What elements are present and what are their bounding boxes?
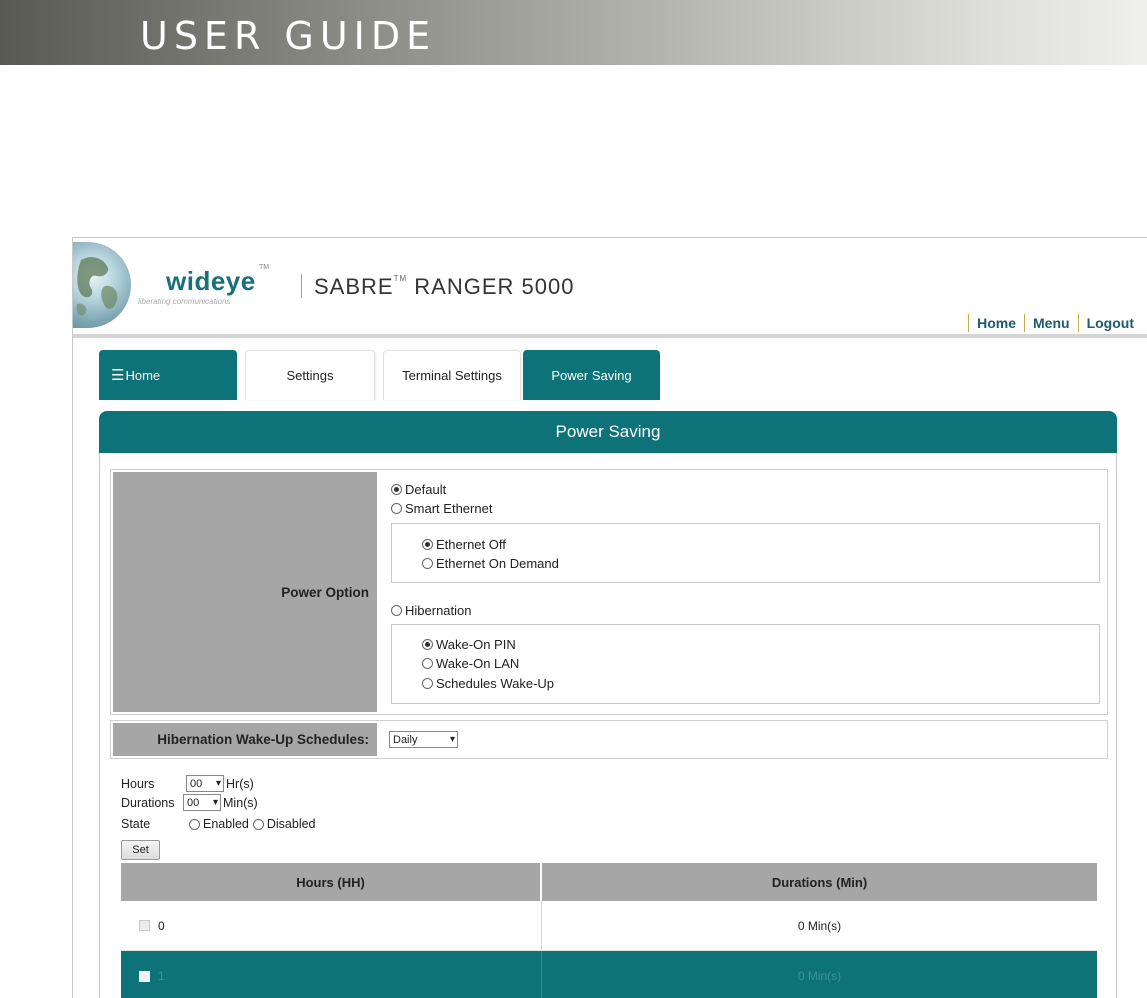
table-row: 0 0 Min(s) (121, 901, 1097, 951)
durations-select[interactable]: 00 ▾ (183, 794, 221, 811)
power-option-label: Power Option (113, 472, 377, 712)
header-divider (73, 334, 1147, 338)
durations-label: Durations (121, 795, 175, 810)
radio-checked-icon[interactable] (422, 639, 433, 650)
radio-wake-on-lan-label: Wake-On LAN (436, 656, 520, 671)
radio-icon[interactable] (422, 658, 433, 669)
tab-home-label: Home (125, 367, 161, 383)
radio-ethernet-off-label: Ethernet Off (436, 537, 506, 552)
globe-logo-icon (73, 242, 131, 328)
radio-ethernet-on-demand[interactable]: Ethernet On Demand (422, 556, 559, 571)
radio-smart-ethernet[interactable]: Smart Ethernet (391, 501, 492, 516)
guide-banner: USER GUIDE (0, 0, 1147, 65)
table-cell-hour: 1 (121, 951, 542, 998)
state-enabled-label: Enabled (203, 817, 249, 831)
tab-home[interactable]: ☰ Home (99, 350, 237, 400)
home-link[interactable]: Home (977, 315, 1016, 331)
durations-unit: Min(s) (223, 795, 258, 810)
hours-select[interactable]: 00 ▾ (186, 775, 224, 792)
radio-icon[interactable] (391, 503, 402, 514)
radio-checked-icon[interactable] (391, 484, 402, 495)
hours-label: Hours (121, 776, 155, 791)
logo-tagline: liberating communications (138, 297, 231, 306)
radio-hibernation-label: Hibernation (405, 603, 472, 618)
power-option-table: Power Option Default Smart Ethernet Ethe… (110, 469, 1108, 715)
radio-ethernet-off[interactable]: Ethernet Off (422, 537, 506, 552)
row-checkbox[interactable] (139, 920, 150, 931)
state-row: State Enabled Disabled (121, 817, 316, 831)
row-checkbox[interactable] (139, 970, 150, 982)
product-brand: SABRE (314, 274, 394, 299)
radio-wake-on-pin[interactable]: Wake-On PIN (422, 637, 516, 652)
app-frame: wideye TM liberating communications SABR… (72, 237, 1147, 998)
chevron-down-icon: ▾ (449, 734, 455, 745)
tab-settings[interactable]: Settings (245, 350, 375, 400)
hamburger-icon: ☰ (111, 367, 125, 384)
radio-hibernation[interactable]: Hibernation (391, 603, 472, 618)
header-hours: Hours (HH) (121, 863, 542, 901)
link-separator (968, 314, 970, 332)
radio-default-label: Default (405, 482, 447, 497)
menu-link[interactable]: Menu (1033, 315, 1070, 331)
schedule-select-cell: Daily ▾ (377, 721, 458, 758)
durations-row: Durations 00 ▾ Min(s) (121, 794, 258, 811)
logo-wordmark: wideye (166, 266, 256, 296)
product-model: RANGER 5000 (414, 274, 575, 299)
radio-schedules-wake-up-label: Schedules Wake-Up (436, 676, 555, 691)
product-separator (301, 274, 302, 298)
hibernation-options-box: Wake-On PIN Wake-On LAN Schedules Wake-U… (391, 624, 1100, 704)
radio-wake-on-pin-label: Wake-On PIN (436, 637, 516, 652)
radio-icon[interactable] (189, 818, 200, 830)
hours-unit: Hr(s) (226, 776, 254, 791)
hours-select-value: 00 (190, 777, 203, 790)
radio-default[interactable]: Default (391, 482, 446, 497)
radio-wake-on-lan[interactable]: Wake-On LAN (422, 656, 519, 671)
radio-smart-ethernet-label: Smart Ethernet (405, 501, 493, 516)
radio-checked-icon[interactable] (422, 539, 433, 550)
wake-up-schedules-label: Hibernation Wake-Up Schedules: (113, 723, 377, 756)
radio-icon[interactable] (391, 605, 402, 616)
state-disabled-label: Disabled (266, 817, 316, 831)
logo-tm: TM (259, 264, 270, 271)
chevron-down-icon: ▾ (212, 797, 218, 808)
set-button[interactable]: Set (121, 840, 160, 860)
row-hour-value: 0 (158, 918, 165, 933)
radio-ethernet-on-demand-label: Ethernet On Demand (436, 556, 559, 571)
radio-icon[interactable] (422, 558, 433, 569)
radio-icon[interactable] (252, 818, 264, 830)
durations-select-value: 00 (187, 796, 200, 809)
product-name: SABRETM RANGER 5000 (314, 274, 574, 300)
radio-schedules-wake-up[interactable]: Schedules Wake-Up (422, 676, 554, 691)
table-header: Hours (HH) Durations (Min) (121, 863, 1097, 901)
table-row: 1 0 Min(s) (121, 951, 1097, 998)
row-duration-value: 0 Min(s) (797, 969, 842, 983)
tab-power-saving[interactable]: Power Saving (523, 350, 660, 400)
schedule-select-value: Daily (393, 733, 418, 746)
guide-title: USER GUIDE (140, 14, 437, 58)
radio-icon[interactable] (422, 678, 433, 689)
wake-up-schedules-row: Hibernation Wake-Up Schedules: Daily ▾ (110, 720, 1108, 759)
panel-body: Power Option Default Smart Ethernet Ethe… (99, 453, 1117, 998)
header-durations: Durations (Min) (771, 874, 868, 890)
state-label: State (121, 817, 151, 831)
schedule-table: Hours (HH) Durations (Min) 0 0 Min(s) 1 … (121, 863, 1097, 998)
schedule-select[interactable]: Daily ▾ (389, 731, 458, 748)
top-links: Home Menu Logout (960, 314, 1134, 332)
row-hour-value: 1 (158, 969, 165, 983)
link-separator (1024, 314, 1026, 332)
tab-terminal-settings[interactable]: Terminal Settings (383, 350, 521, 400)
ethernet-options-box: Ethernet Off Ethernet On Demand (391, 523, 1100, 583)
table-cell-hour: 0 (121, 901, 542, 950)
row-duration-value: 0 Min(s) (797, 918, 842, 933)
product-tm: TM (393, 274, 408, 283)
panel-title: Power Saving (99, 411, 1117, 453)
link-separator (1077, 314, 1079, 332)
chevron-down-icon: ▾ (215, 778, 221, 789)
logout-link[interactable]: Logout (1087, 315, 1134, 331)
power-option-choices: Default Smart Ethernet Ethernet Off Ethe… (377, 470, 1107, 714)
hours-row: Hours 00 ▾ Hr(s) (121, 775, 254, 792)
